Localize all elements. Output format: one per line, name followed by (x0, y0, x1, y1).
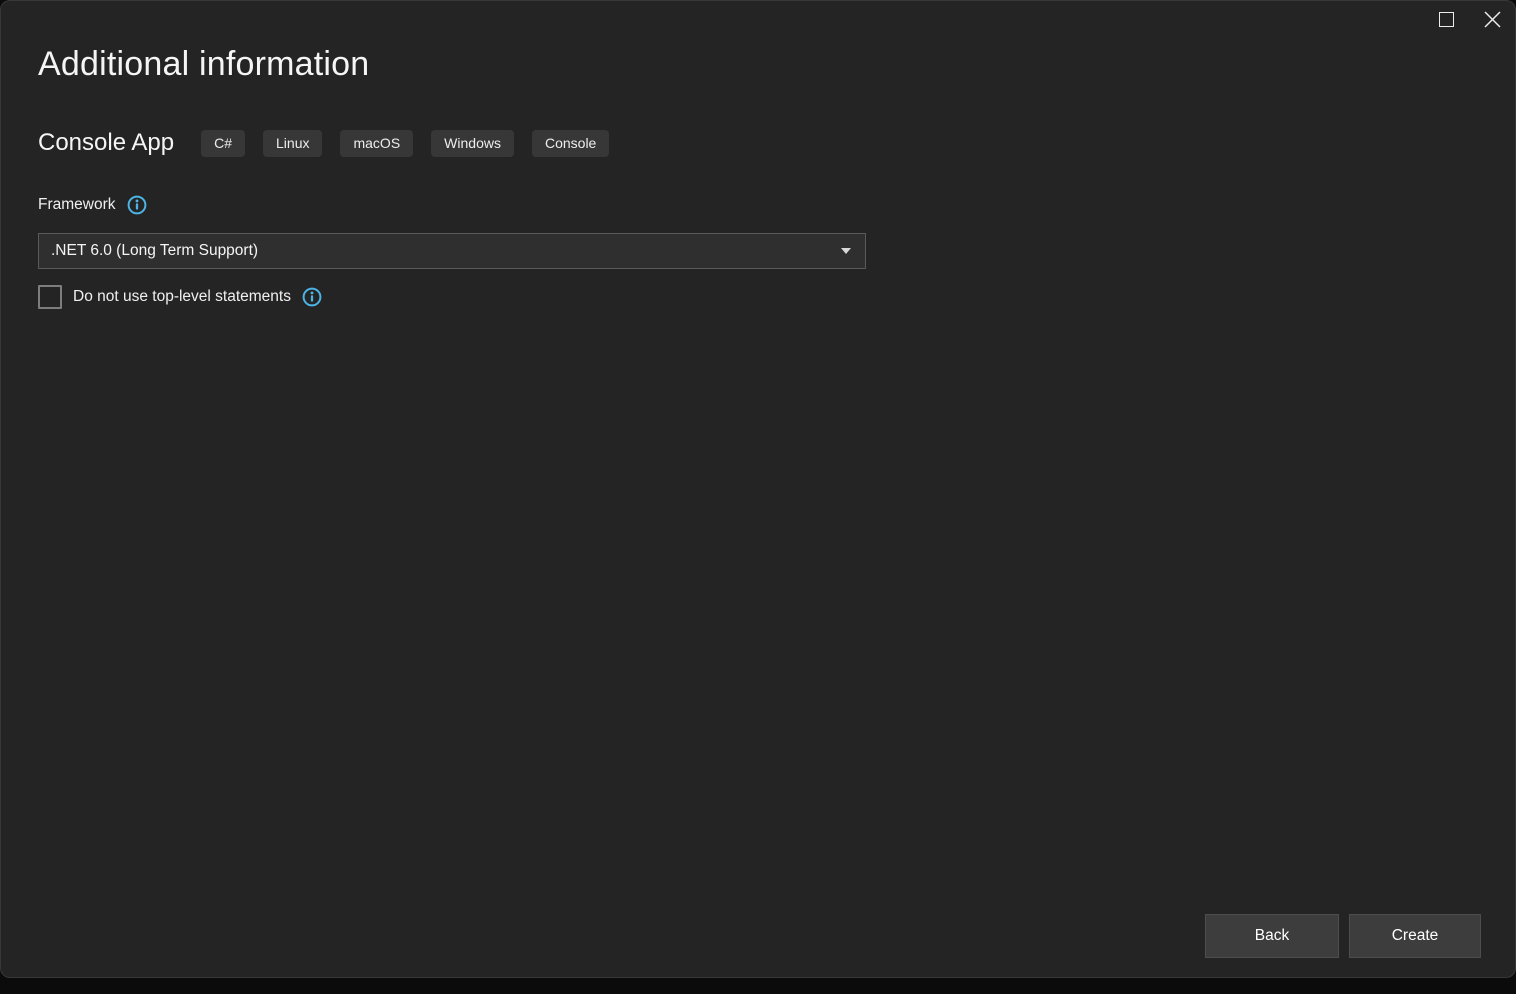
project-header: Console App C# Linux macOS Windows Conso… (38, 129, 627, 157)
close-icon (1484, 11, 1501, 28)
maximize-icon (1439, 12, 1454, 27)
maximize-button[interactable] (1423, 1, 1469, 37)
tag-linux: Linux (263, 130, 322, 157)
top-level-statements-option[interactable]: Do not use top-level statements (38, 285, 322, 309)
page-title: Additional information (38, 45, 369, 84)
top-level-statements-info-icon[interactable] (302, 287, 322, 307)
framework-label-row: Framework (38, 195, 147, 215)
titlebar (1423, 1, 1515, 39)
back-button[interactable]: Back (1205, 914, 1339, 958)
framework-info-icon[interactable] (127, 195, 147, 215)
chevron-down-icon (841, 248, 851, 254)
tag-macos: macOS (340, 130, 413, 157)
create-button[interactable]: Create (1349, 914, 1481, 958)
top-level-statements-checkbox[interactable] (38, 285, 62, 309)
framework-label: Framework (38, 196, 116, 214)
additional-information-dialog: Additional information Console App C# Li… (0, 0, 1516, 978)
tag-console: Console (532, 130, 609, 157)
framework-selected-value: .NET 6.0 (Long Term Support) (51, 242, 841, 260)
tag-csharp: C# (201, 130, 245, 157)
top-level-statements-label: Do not use top-level statements (73, 288, 291, 306)
framework-dropdown[interactable]: .NET 6.0 (Long Term Support) (38, 233, 866, 269)
close-button[interactable] (1469, 1, 1515, 37)
project-type-title: Console App (38, 129, 174, 157)
tag-windows: Windows (431, 130, 514, 157)
